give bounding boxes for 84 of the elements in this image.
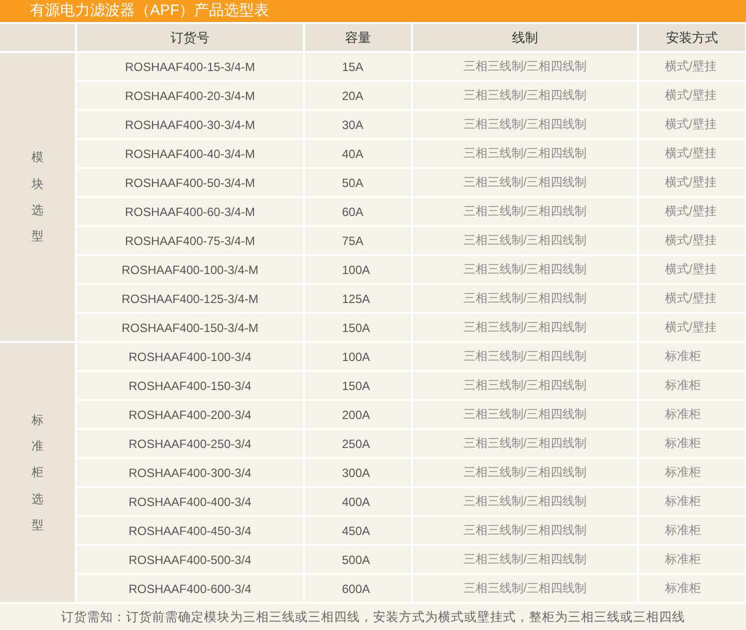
table-cell: 标准柜	[638, 458, 746, 487]
table-cell: 三相三线制/三相四线制	[412, 197, 638, 226]
table-cell: 三相三线制/三相四线制	[412, 371, 638, 400]
table-cell: 三相三线制/三相四线制	[412, 429, 638, 458]
table-cell: ROSHAAF400-250-3/4	[76, 429, 304, 458]
table-cell: 100A	[304, 255, 412, 284]
table-cell: 标准柜	[638, 429, 746, 458]
table-cell: ROSHAAF400-150-3/4-M	[76, 313, 304, 342]
table-cell: 200A	[304, 400, 412, 429]
column-header: 容量	[304, 24, 412, 52]
table-cell: 三相三线制/三相四线制	[412, 81, 638, 110]
table-cell: 40A	[304, 139, 412, 168]
table-cell: 125A	[304, 284, 412, 313]
table-cell: 标准柜	[638, 516, 746, 545]
table-cell: 三相三线制/三相四线制	[412, 574, 638, 603]
table-cell: 横式/壁挂	[638, 139, 746, 168]
table-cell: 150A	[304, 313, 412, 342]
table-cell: ROSHAAF400-75-3/4-M	[76, 226, 304, 255]
table-cell: 三相三线制/三相四线制	[412, 400, 638, 429]
table-cell: ROSHAAF400-200-3/4	[76, 400, 304, 429]
table-cell: 横式/壁挂	[638, 52, 746, 81]
table-cell: 标准柜	[638, 545, 746, 574]
table-cell: ROSHAAF400-500-3/4	[76, 545, 304, 574]
table-cell: 15A	[304, 52, 412, 81]
column-header: 订货号	[76, 24, 304, 52]
table-cell: 三相三线制/三相四线制	[412, 226, 638, 255]
table-cell: 500A	[304, 545, 412, 574]
table-cell: ROSHAAF400-150-3/4	[76, 371, 304, 400]
table-cell: ROSHAAF400-40-3/4-M	[76, 139, 304, 168]
table-cell: ROSHAAF400-30-3/4-M	[76, 110, 304, 139]
table-cell: 100A	[304, 342, 412, 371]
table-cell: ROSHAAF400-15-3/4-M	[76, 52, 304, 81]
table-cell: 横式/壁挂	[638, 197, 746, 226]
table-cell: 横式/壁挂	[638, 226, 746, 255]
table-cell: 三相三线制/三相四线制	[412, 168, 638, 197]
table-cell: ROSHAAF400-100-3/4	[76, 342, 304, 371]
table-cell: 三相三线制/三相四线制	[412, 313, 638, 342]
table-cell: 横式/壁挂	[638, 168, 746, 197]
table-cell: 横式/壁挂	[638, 81, 746, 110]
table-cell: 横式/壁挂	[638, 255, 746, 284]
table-cell: 450A	[304, 516, 412, 545]
table-cell: 75A	[304, 226, 412, 255]
column-header: 线制	[412, 24, 638, 52]
table-cell: 400A	[304, 487, 412, 516]
order-note: 订货需知：订货前需确定模块为三相三线或三相四线，安装方式为横式或壁挂式，整柜为三相三线或三相四线	[60, 608, 686, 626]
table-cell: ROSHAAF400-125-3/4-M	[76, 284, 304, 313]
table-cell: 横式/壁挂	[638, 284, 746, 313]
table-cell: 60A	[304, 197, 412, 226]
table-cell: 三相三线制/三相四线制	[412, 342, 638, 371]
group-label: 标准柜选型	[32, 412, 44, 534]
table-cell: ROSHAAF400-600-3/4	[76, 574, 304, 603]
table-title: 有源电力滤波器（APF）产品选型表	[0, 0, 746, 24]
table-cell: 三相三线制/三相四线制	[412, 139, 638, 168]
table-cell: 标准柜	[638, 574, 746, 603]
table-cell: 三相三线制/三相四线制	[412, 284, 638, 313]
table-cell: 标准柜	[638, 371, 746, 400]
table-cell: ROSHAAF400-450-3/4	[76, 516, 304, 545]
table-cell: 标准柜	[638, 400, 746, 429]
table-cell: 三相三线制/三相四线制	[412, 458, 638, 487]
table-cell: 250A	[304, 429, 412, 458]
table-cell: 300A	[304, 458, 412, 487]
table-cell: ROSHAAF400-50-3/4-M	[76, 168, 304, 197]
group-label: 模块选型	[32, 149, 44, 246]
table-cell: 三相三线制/三相四线制	[412, 110, 638, 139]
table-cell: 标准柜	[638, 487, 746, 516]
table-cell: ROSHAAF400-20-3/4-M	[76, 81, 304, 110]
table-cell: 三相三线制/三相四线制	[412, 487, 638, 516]
table-cell: 150A	[304, 371, 412, 400]
table-cell: ROSHAAF400-300-3/4	[76, 458, 304, 487]
table-cell: 20A	[304, 81, 412, 110]
table-cell: 三相三线制/三相四线制	[412, 545, 638, 574]
table-cell: 标准柜	[638, 342, 746, 371]
table-cell: 三相三线制/三相四线制	[412, 255, 638, 284]
column-header: 安装方式	[638, 24, 746, 52]
table-cell: ROSHAAF400-400-3/4	[76, 487, 304, 516]
table-cell: 横式/壁挂	[638, 110, 746, 139]
table-cell: 横式/壁挂	[638, 313, 746, 342]
table-cell: 30A	[304, 110, 412, 139]
table-cell: 三相三线制/三相四线制	[412, 52, 638, 81]
table-cell: 600A	[304, 574, 412, 603]
table-cell: ROSHAAF400-60-3/4-M	[76, 197, 304, 226]
table-cell: ROSHAAF400-100-3/4-M	[76, 255, 304, 284]
table-cell: 50A	[304, 168, 412, 197]
table-cell: 三相三线制/三相四线制	[412, 516, 638, 545]
